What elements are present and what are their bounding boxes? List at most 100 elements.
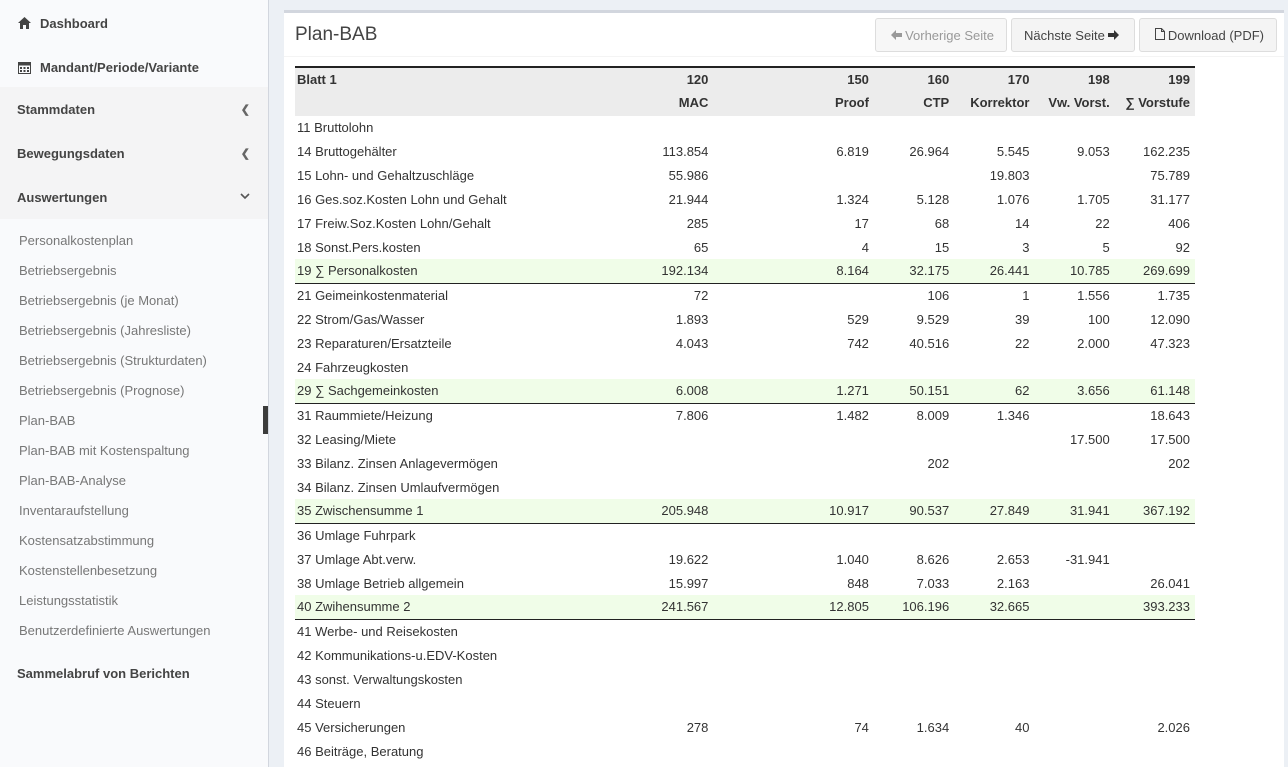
row-value bbox=[713, 163, 793, 187]
row-value bbox=[1115, 739, 1195, 763]
row-value bbox=[794, 691, 874, 715]
row-value bbox=[1034, 667, 1114, 691]
row-value bbox=[1034, 571, 1114, 595]
chevron-down-icon bbox=[240, 191, 250, 203]
row-value bbox=[614, 691, 713, 715]
row-value: 74 bbox=[854, 719, 869, 735]
row-value: 62 bbox=[954, 379, 1035, 404]
row-value: -31.941 bbox=[1065, 551, 1110, 567]
row-value bbox=[794, 427, 874, 451]
row-value bbox=[1115, 667, 1195, 691]
row-value bbox=[1115, 355, 1195, 379]
row-value bbox=[1034, 739, 1114, 763]
row-value bbox=[794, 475, 874, 499]
sidebar-item-betriebsergebnis-je-monat[interactable]: Betriebsergebnis (je Monat) bbox=[0, 285, 268, 315]
row-value bbox=[614, 355, 713, 379]
row-value bbox=[713, 475, 793, 499]
table-row: 16 Ges.soz.Kosten Lohn und Gehalt 21.944 1… bbox=[295, 187, 1195, 211]
nav-auswertungen[interactable]: Auswertungen bbox=[0, 175, 268, 219]
row-label: 23 Reparaturen/Ersatzteile bbox=[297, 335, 452, 351]
row-label: 45 Versicherungen bbox=[297, 719, 406, 735]
row-value bbox=[954, 523, 1034, 547]
row-label: 32 Leasing/Miete bbox=[297, 431, 397, 447]
row-label: 17 Freiw.Soz.Kosten Lohn/Gehalt bbox=[297, 215, 491, 231]
table-sum-row: 19 ∑ Personalkosten 192.134 8.164 32.175 26.… bbox=[295, 259, 1195, 284]
sidebar-item-kostenstellenbesetzung[interactable]: Kostenstellenbesetzung bbox=[0, 555, 268, 585]
sidebar-item-betriebsergebnis-prognose[interactable]: Betriebsergebnis (Prognose) bbox=[0, 375, 268, 405]
row-value: 106 bbox=[927, 287, 950, 303]
row-value bbox=[874, 691, 954, 715]
plan-bab-table: Blatt 1 120 150 160 170 198 199 MAC Proo… bbox=[295, 66, 1195, 763]
row-value: 367.192 bbox=[1114, 499, 1195, 524]
row-value bbox=[713, 571, 793, 595]
row-value bbox=[954, 427, 1034, 451]
next-page-button[interactable]: Nächste Seite bbox=[1010, 18, 1135, 52]
nav-stammdaten[interactable]: Stammdaten ❮ bbox=[0, 87, 268, 131]
row-value: 100 bbox=[1088, 311, 1110, 327]
row-value: 6.819 bbox=[836, 143, 869, 159]
previous-page-button[interactable]: Vorherige Seite bbox=[875, 18, 1007, 52]
calendar-icon bbox=[17, 61, 31, 74]
sidebar-item-betriebsergebnis[interactable]: Betriebsergebnis bbox=[0, 255, 268, 285]
row-value bbox=[713, 523, 793, 547]
row-value: 65 bbox=[693, 239, 709, 255]
nav-mandant[interactable]: Mandant/Periode/Variante bbox=[0, 48, 268, 86]
row-value: 4 bbox=[861, 239, 869, 255]
row-value bbox=[874, 355, 954, 379]
nav-dashboard[interactable]: Dashboard bbox=[0, 4, 268, 42]
row-value: 92 bbox=[1175, 239, 1190, 255]
header-mac: MAC bbox=[614, 91, 714, 116]
sidebar-item-leistungsstatistik[interactable]: Leistungsstatistik bbox=[0, 585, 268, 615]
sidebar-item-betriebsergebnis-jahresliste[interactable]: Betriebsergebnis (Jahresliste) bbox=[0, 315, 268, 345]
row-label: 31 Raummiete/Heizung bbox=[297, 407, 433, 423]
row-value bbox=[874, 427, 954, 451]
row-value bbox=[1034, 619, 1114, 643]
row-value: 1.324 bbox=[836, 191, 869, 207]
row-value: 12.805 bbox=[793, 595, 874, 620]
row-value: 40 bbox=[1014, 719, 1030, 735]
row-value: 241.567 bbox=[614, 595, 714, 620]
row-value bbox=[794, 739, 874, 763]
sidebar-item-benutzerdefinierte-auswertungen[interactable]: Benutzerdefinierte Auswertungen bbox=[0, 615, 268, 645]
row-label: 41 Werbe- und Reisekosten bbox=[297, 623, 458, 639]
arrow-left-icon bbox=[891, 28, 903, 43]
row-value: 1.634 bbox=[916, 719, 950, 735]
sidebar-item-plan-bab[interactable]: Plan-BAB bbox=[0, 405, 268, 435]
table-sum-row: 29 ∑ Sachgemeinkosten 6.008 1.271 50.151 62 3… bbox=[295, 379, 1195, 404]
row-value: 5.128 bbox=[916, 191, 950, 207]
download-pdf-button[interactable]: Download (PDF) bbox=[1138, 18, 1277, 52]
row-value: 90.537 bbox=[873, 499, 955, 524]
row-value bbox=[954, 643, 1034, 667]
row-value: 10.785 bbox=[1034, 259, 1115, 284]
sidebar-item-inventaraufstellung[interactable]: Inventaraufstellung bbox=[0, 495, 268, 525]
row-value: 202 bbox=[927, 455, 950, 471]
row-value: 192.134 bbox=[614, 259, 714, 284]
table-row: 17 Freiw.Soz.Kosten Lohn/Gehalt 285 17 68 14… bbox=[295, 211, 1195, 235]
sidebar-item-kostensatzabstimmung[interactable]: Kostensatzabstimmung bbox=[0, 525, 268, 555]
row-value bbox=[713, 427, 793, 451]
nav-bewegungsdaten[interactable]: Bewegungsdaten ❮ bbox=[0, 131, 268, 175]
nav-sammelabruf[interactable]: Sammelabruf von Berichten bbox=[0, 651, 268, 695]
row-value bbox=[614, 427, 713, 451]
row-value bbox=[713, 715, 793, 739]
row-value bbox=[794, 667, 874, 691]
row-label: 34 Bilanz. Zinsen Umlaufvermögen bbox=[297, 479, 500, 495]
header2-label bbox=[295, 91, 615, 116]
header-cc-120: 120 bbox=[614, 66, 714, 91]
sidebar-item-betriebsergebnis-strukturdaten[interactable]: Betriebsergebnis (Strukturdaten) bbox=[0, 345, 268, 375]
sidebar-item-plan-bab-analyse[interactable]: Plan-BAB-Analyse bbox=[0, 465, 268, 495]
row-value: 9.529 bbox=[916, 311, 950, 327]
row-value bbox=[713, 355, 793, 379]
main-content: Plan-BAB Vorherige Seite Nächste Seite D… bbox=[269, 0, 1288, 767]
row-value bbox=[1034, 523, 1114, 547]
row-value: 285 bbox=[686, 215, 709, 231]
row-value bbox=[794, 451, 874, 475]
nav-mandant-label: Mandant/Periode/Variante bbox=[40, 59, 199, 75]
row-label: 29 ∑ Sachgemeinkosten bbox=[295, 379, 615, 404]
row-value: 12.090 bbox=[1150, 311, 1190, 327]
sidebar-item-personalkostenplan[interactable]: Personalkostenplan bbox=[0, 225, 268, 255]
row-value bbox=[713, 211, 793, 235]
header-cc-150: 150 bbox=[793, 66, 874, 91]
table-row: 37 Umlage Abt.verw. 19.622 1.040 8.626 2.653… bbox=[295, 547, 1195, 571]
sidebar-item-plan-bab-kostenspaltung[interactable]: Plan-BAB mit Kostenspaltung bbox=[0, 435, 268, 465]
